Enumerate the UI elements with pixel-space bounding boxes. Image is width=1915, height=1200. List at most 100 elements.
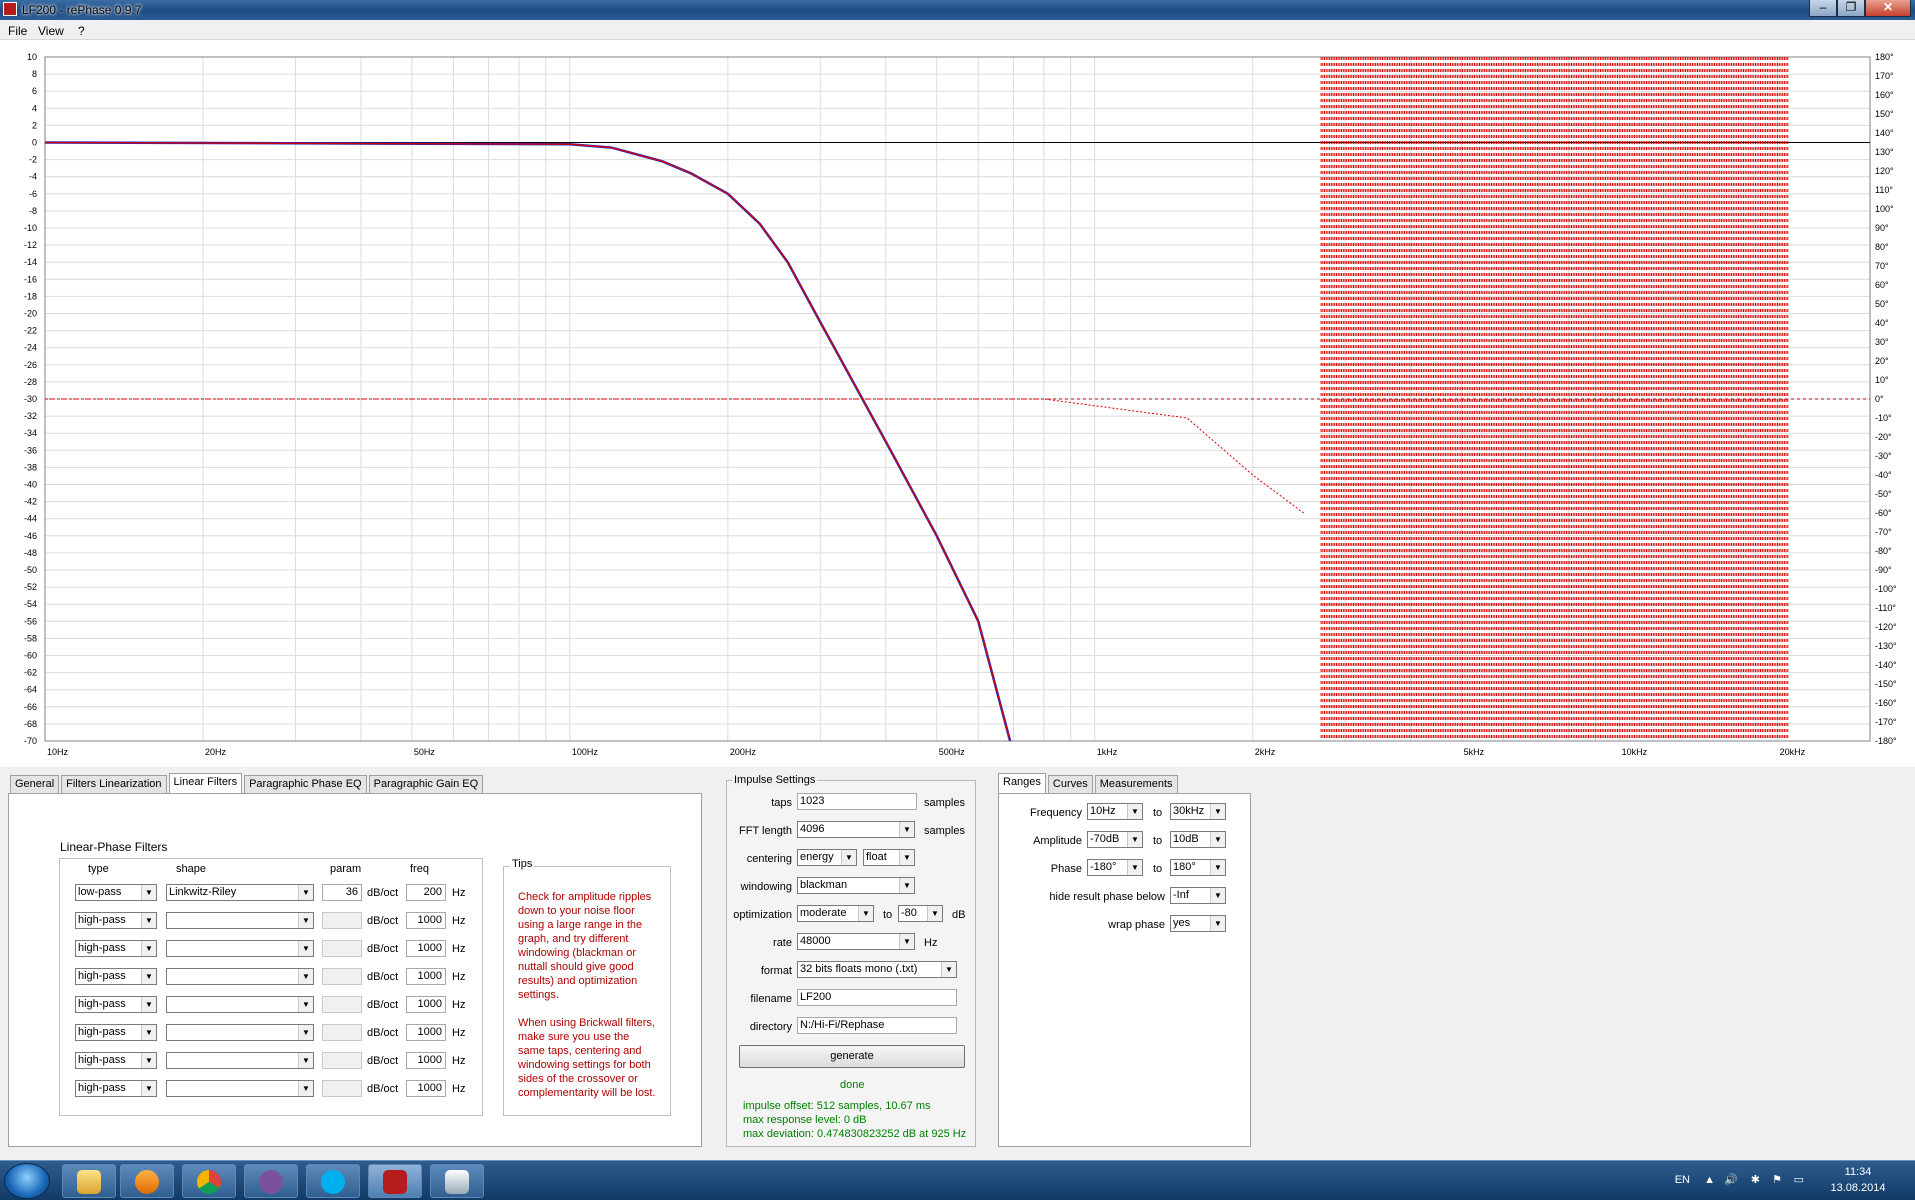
filter-shape-select[interactable]: ▼ — [166, 1024, 314, 1041]
rate-select[interactable]: 48000 ▼ — [797, 933, 915, 950]
tab-ranges[interactable]: Ranges — [998, 773, 1046, 793]
directory-input[interactable]: N:/Hi-Fi/Rephase — [797, 1017, 957, 1034]
phase-to-value: 180° — [1173, 861, 1196, 873]
explorer-folder-icon[interactable] — [62, 1164, 116, 1198]
maximize-button[interactable]: ❐ — [1837, 0, 1865, 17]
clock-time[interactable]: 11:34 — [1823, 1166, 1893, 1178]
tab-curves[interactable]: Curves — [1047, 775, 1093, 793]
menu-file[interactable]: File — [8, 24, 27, 38]
filter-freq-input[interactable]: 1000 — [406, 1080, 446, 1097]
tab-measurements[interactable]: Measurements — [1094, 775, 1178, 793]
filter-shape-select[interactable]: ▼ — [166, 968, 314, 985]
filter-param-input[interactable]: 36 — [322, 884, 362, 901]
skype-icon[interactable] — [306, 1164, 360, 1198]
tab-paragraphic-gain-eq[interactable]: Paragraphic Gain EQ — [368, 775, 484, 793]
filter-type-select[interactable]: high-pass ▼ — [75, 1052, 157, 1069]
filter-type-select[interactable]: high-pass ▼ — [75, 940, 157, 957]
chevron-down-icon: ▼ — [141, 997, 156, 1012]
chrome-icon[interactable] — [182, 1164, 236, 1198]
tab-general[interactable]: General — [10, 775, 60, 793]
clock-date[interactable]: 13.08.2014 — [1823, 1182, 1893, 1194]
volume-icon[interactable]: 🔊 — [1724, 1173, 1738, 1186]
wrap-phase-select[interactable]: yes ▼ — [1170, 915, 1226, 932]
optimization-db-select[interactable]: -80 ▼ — [898, 905, 943, 922]
windowing-select[interactable]: blackman ▼ — [797, 877, 915, 894]
optimization-select[interactable]: moderate ▼ — [797, 905, 874, 922]
filter-shape-select[interactable]: ▼ — [166, 1052, 314, 1069]
filter-freq-input[interactable]: 1000 — [406, 940, 446, 957]
format-value: 32 bits floats mono (.txt) — [800, 963, 918, 975]
filter-freq-input[interactable]: 1000 — [406, 996, 446, 1013]
frequency-tick-label: 5kHz — [1464, 747, 1485, 757]
filter-param-input[interactable] — [322, 1080, 362, 1097]
filter-type-select[interactable]: high-pass ▼ — [75, 1024, 157, 1041]
frequency-from-select[interactable]: 10Hz ▼ — [1087, 803, 1143, 820]
filter-shape-select[interactable]: ▼ — [166, 912, 314, 929]
filename-input[interactable]: LF200 — [797, 989, 957, 1006]
optimization-label: optimization — [733, 909, 792, 921]
frequency-to-label: to — [1153, 807, 1163, 819]
tray-arrow-icon[interactable]: ▲ — [1704, 1174, 1715, 1186]
filter-param-unit: dB/oct — [367, 943, 399, 955]
filter-type-select[interactable]: high-pass ▼ — [75, 912, 157, 929]
window-app-icon[interactable] — [430, 1164, 484, 1198]
language-indicator[interactable]: EN — [1675, 1174, 1690, 1186]
filter-shape-select[interactable]: ▼ — [166, 996, 314, 1013]
phase-tick-label: -70° — [1875, 527, 1892, 537]
filter-type-select[interactable]: high-pass ▼ — [75, 968, 157, 985]
amplitude-tick-label: -66 — [24, 702, 37, 712]
tab-filters-linearization[interactable]: Filters Linearization — [61, 775, 167, 793]
frequency-response-graph[interactable]: 10 8 6 4 2 0 -2 -4 -6 -8 -10 -12 -14 -16 -18 -20 -22 -24 -… — [0, 40, 1915, 767]
filter-type-select[interactable]: high-pass ▼ — [75, 1080, 157, 1097]
format-select[interactable]: 32 bits floats mono (.txt) ▼ — [797, 961, 957, 978]
phase-tick-label: 70° — [1875, 261, 1889, 271]
chevron-down-icon: ▼ — [141, 941, 156, 956]
filter-param-input[interactable] — [322, 940, 362, 957]
rephase-app-icon[interactable] — [368, 1164, 422, 1198]
generate-button[interactable]: generate — [739, 1045, 965, 1068]
amplitude-from-select[interactable]: -70dB ▼ — [1087, 831, 1143, 848]
minimize-button[interactable]: – — [1809, 0, 1837, 17]
float-select[interactable]: float ▼ — [863, 849, 915, 866]
viber-icon[interactable] — [244, 1164, 298, 1198]
frequency-to-select[interactable]: 30kHz ▼ — [1170, 803, 1226, 820]
filter-param-input[interactable] — [322, 996, 362, 1013]
filter-freq-unit: Hz — [452, 999, 466, 1011]
close-button[interactable]: ✕ — [1865, 0, 1911, 17]
filter-type-select[interactable]: high-pass ▼ — [75, 996, 157, 1013]
fft-length-select[interactable]: 4096 ▼ — [797, 821, 915, 838]
windows-start-icon[interactable] — [4, 1163, 50, 1199]
filter-freq-input[interactable]: 200 — [406, 884, 446, 901]
bluetooth-icon[interactable]: ✱ — [1751, 1173, 1760, 1186]
filter-param-input[interactable] — [322, 912, 362, 929]
filter-shape-select[interactable]: Linkwitz-Riley ▼ — [166, 884, 314, 901]
filter-shape-select[interactable]: ▼ — [166, 1080, 314, 1097]
phase-from-select[interactable]: -180° ▼ — [1087, 859, 1143, 876]
filter-freq-unit: Hz — [452, 971, 466, 983]
float-value: float — [866, 851, 887, 863]
media-player-icon[interactable] — [120, 1164, 174, 1198]
amplitude-range-label: Amplitude — [1033, 835, 1082, 847]
filter-freq-input[interactable]: 1000 — [406, 912, 446, 929]
hide-phase-select[interactable]: -Inf ▼ — [1170, 887, 1226, 904]
phase-to-select[interactable]: 180° ▼ — [1170, 859, 1226, 876]
taps-input[interactable]: 1023 — [797, 793, 917, 810]
tab-linear-filters[interactable]: Linear Filters — [168, 773, 243, 793]
filter-type-select[interactable]: low-pass ▼ — [75, 884, 157, 901]
flag-icon[interactable]: ⚑ — [1772, 1173, 1782, 1186]
filter-param-input[interactable] — [322, 968, 362, 985]
filter-param-input[interactable] — [322, 1052, 362, 1069]
menu-view[interactable]: View — [38, 24, 64, 38]
filter-freq-input[interactable]: 1000 — [406, 1052, 446, 1069]
filter-freq-input[interactable]: 1000 — [406, 968, 446, 985]
filter-shape-select[interactable]: ▼ — [166, 940, 314, 957]
network-icon[interactable]: ▭ — [1794, 1173, 1804, 1186]
centering-select[interactable]: energy ▼ — [797, 849, 857, 866]
filter-freq-unit: Hz — [452, 943, 466, 955]
menu-help[interactable]: ? — [78, 24, 85, 38]
filter-freq-input[interactable]: 1000 — [406, 1024, 446, 1041]
amplitude-to-select[interactable]: 10dB ▼ — [1170, 831, 1226, 848]
tab-paragraphic-phase-eq[interactable]: Paragraphic Phase EQ — [244, 775, 367, 793]
amplitude-tick-label: -58 — [24, 633, 37, 643]
filter-param-input[interactable] — [322, 1024, 362, 1041]
